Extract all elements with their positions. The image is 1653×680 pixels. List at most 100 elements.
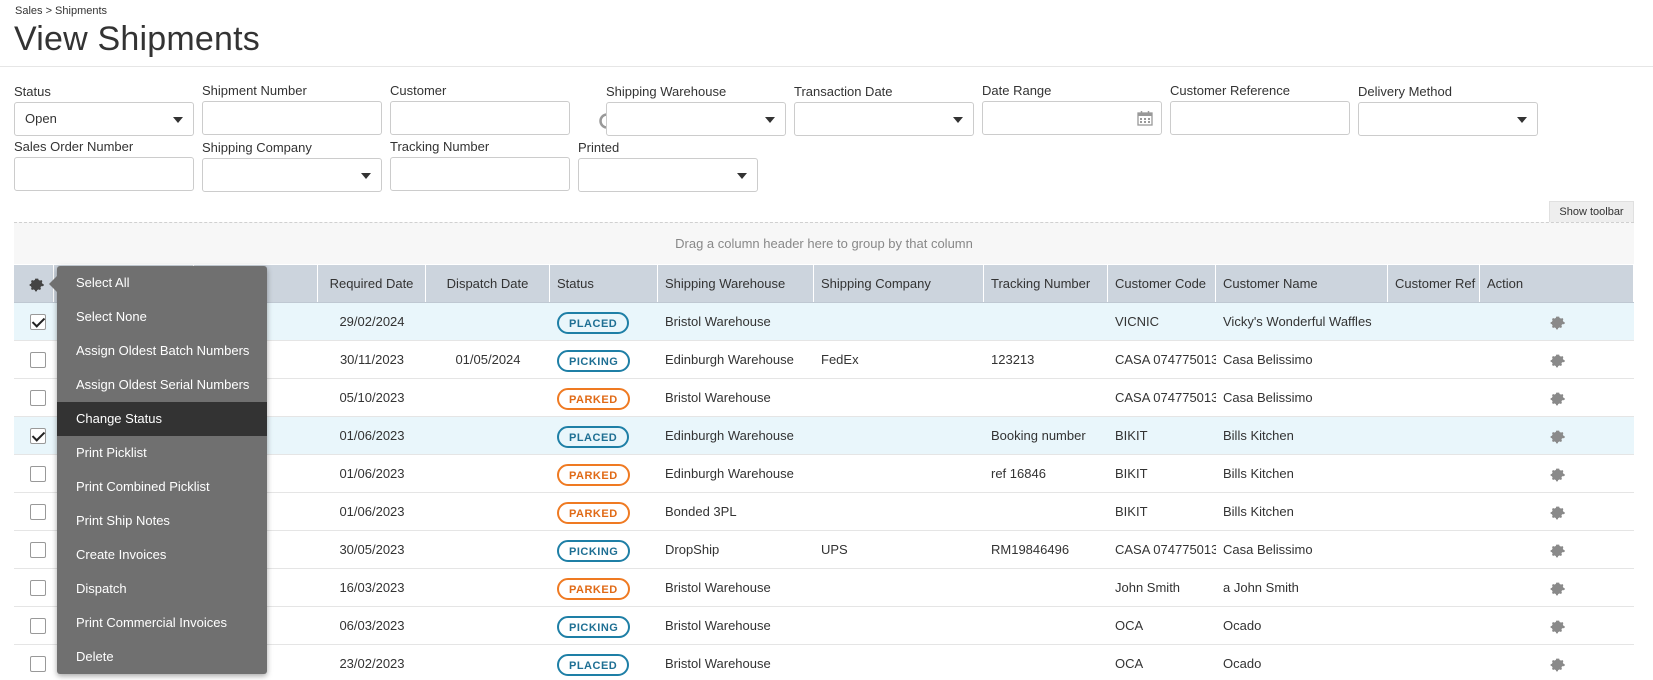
row-checkbox[interactable] xyxy=(30,313,46,330)
gear-icon[interactable] xyxy=(1549,391,1565,407)
menu-item-print-commercial-invoices[interactable]: Print Commercial Invoices xyxy=(57,606,267,640)
menu-item-change-status[interactable]: Change Status xyxy=(57,402,267,436)
menu-item-print-ship-notes[interactable]: Print Ship Notes xyxy=(57,504,267,538)
select-cell[interactable] xyxy=(14,569,54,606)
row-checkbox[interactable] xyxy=(30,617,46,634)
shipment-number-input[interactable] xyxy=(202,101,382,135)
gear-icon[interactable] xyxy=(1549,429,1565,445)
column-header[interactable]: Customer Code xyxy=(1108,265,1216,302)
row-checkbox[interactable] xyxy=(30,465,46,482)
column-header[interactable]: Status xyxy=(550,265,658,302)
gear-icon[interactable] xyxy=(1549,543,1565,559)
menu-item-delete[interactable]: Delete xyxy=(57,640,267,674)
gear-icon[interactable] xyxy=(28,277,44,293)
customer-reference-input[interactable] xyxy=(1170,101,1350,135)
select-cell[interactable] xyxy=(14,303,54,340)
gear-icon[interactable] xyxy=(1549,619,1565,635)
header-settings-cell[interactable] xyxy=(14,265,54,302)
gear-icon[interactable] xyxy=(1549,353,1565,369)
menu-item-dispatch[interactable]: Dispatch xyxy=(57,572,267,606)
chevron-down-icon xyxy=(953,117,963,123)
action-cell[interactable] xyxy=(1480,417,1634,454)
customer-input[interactable] xyxy=(390,101,570,135)
status-cell: PLACED xyxy=(550,303,658,340)
menu-item-print-picklist[interactable]: Print Picklist xyxy=(57,436,267,470)
select-cell[interactable] xyxy=(14,417,54,454)
shipping-company-select[interactable] xyxy=(202,158,382,192)
menu-item-select-none[interactable]: Select None xyxy=(57,300,267,334)
menu-item-select-all[interactable]: Select All xyxy=(57,266,267,300)
shipping-company-cell xyxy=(814,607,984,644)
chevron-down-icon xyxy=(173,117,183,123)
shipping-warehouse-select[interactable] xyxy=(606,102,786,136)
column-header[interactable]: Required Date xyxy=(318,265,426,302)
column-header[interactable]: Shipping Company xyxy=(814,265,984,302)
action-cell[interactable] xyxy=(1480,645,1634,680)
row-checkbox[interactable] xyxy=(30,427,46,444)
customer-name-cell: Casa Belissimo xyxy=(1223,390,1313,405)
customer-ref-cell xyxy=(1388,569,1480,606)
action-cell[interactable] xyxy=(1480,607,1634,644)
row-checkbox[interactable] xyxy=(30,541,46,558)
gear-icon[interactable] xyxy=(1549,581,1565,597)
select-cell[interactable] xyxy=(14,379,54,416)
shipping-warehouse-cell: Bristol Warehouse xyxy=(665,656,771,671)
row-checkbox[interactable] xyxy=(30,351,46,368)
status-cell: PARKED xyxy=(550,493,658,530)
column-header[interactable]: Tracking Number xyxy=(984,265,1108,302)
action-cell[interactable] xyxy=(1480,341,1634,378)
dispatch-date-cell xyxy=(426,417,550,454)
menu-item-assign-oldest-batch-numbers[interactable]: Assign Oldest Batch Numbers xyxy=(57,334,267,368)
row-checkbox[interactable] xyxy=(30,503,46,520)
select-cell[interactable] xyxy=(14,607,54,644)
breadcrumb[interactable]: Sales > Shipments xyxy=(15,5,107,17)
column-header[interactable]: Dispatch Date xyxy=(426,265,550,302)
sales-order-number-input[interactable] xyxy=(14,157,194,191)
menu-item-print-combined-picklist[interactable]: Print Combined Picklist xyxy=(57,470,267,504)
action-cell[interactable] xyxy=(1480,303,1634,340)
printed-select[interactable] xyxy=(578,158,758,192)
gear-icon[interactable] xyxy=(1549,467,1565,483)
customer-ref-cell xyxy=(1388,379,1480,416)
tracking-number-cell xyxy=(984,569,1108,606)
select-cell[interactable] xyxy=(14,455,54,492)
transaction-date-select[interactable] xyxy=(794,102,974,136)
select-cell[interactable] xyxy=(14,645,54,680)
sales-order-number-filter: Sales Order Number xyxy=(14,139,194,191)
action-cell[interactable] xyxy=(1480,569,1634,606)
printed-label: Printed xyxy=(578,140,620,155)
select-cell[interactable] xyxy=(14,493,54,530)
action-cell[interactable] xyxy=(1480,455,1634,492)
select-cell[interactable] xyxy=(14,531,54,568)
show-toolbar-button[interactable]: Show toolbar xyxy=(1549,201,1634,223)
date-range-input[interactable] xyxy=(982,101,1162,135)
column-header[interactable]: Customer Name xyxy=(1216,265,1388,302)
gear-icon[interactable] xyxy=(1549,505,1565,521)
customer-name-cell: Ocado xyxy=(1223,656,1262,671)
delivery-method-label: Delivery Method xyxy=(1358,84,1452,99)
shipping-company-label: Shipping Company xyxy=(202,140,312,155)
menu-item-assign-oldest-serial-numbers[interactable]: Assign Oldest Serial Numbers xyxy=(57,368,267,402)
gear-icon[interactable] xyxy=(1549,315,1565,331)
status-badge: PARKED xyxy=(557,501,630,524)
status-select[interactable]: Open xyxy=(14,102,194,136)
menu-item-create-invoices[interactable]: Create Invoices xyxy=(57,538,267,572)
column-header[interactable]: Shipping Warehouse xyxy=(658,265,814,302)
action-cell[interactable] xyxy=(1480,379,1634,416)
row-checkbox[interactable] xyxy=(30,579,46,596)
tracking-number-input[interactable] xyxy=(390,157,570,191)
select-cell[interactable] xyxy=(14,341,54,378)
group-drop-area[interactable]: Drag a column header here to group by th… xyxy=(14,222,1634,264)
shipping-company-cell: FedEx xyxy=(821,352,859,367)
customer-reference-label: Customer Reference xyxy=(1170,83,1290,98)
calendar-icon[interactable] xyxy=(1137,110,1153,126)
action-cell[interactable] xyxy=(1480,493,1634,530)
delivery-method-select[interactable] xyxy=(1358,102,1538,136)
row-checkbox[interactable] xyxy=(30,655,46,672)
action-cell[interactable] xyxy=(1480,531,1634,568)
row-checkbox[interactable] xyxy=(30,389,46,406)
column-header[interactable]: Customer Ref xyxy=(1388,265,1480,302)
gear-icon[interactable] xyxy=(1549,657,1565,673)
column-header[interactable]: Action xyxy=(1480,265,1634,302)
dispatch-date-cell xyxy=(426,455,550,492)
